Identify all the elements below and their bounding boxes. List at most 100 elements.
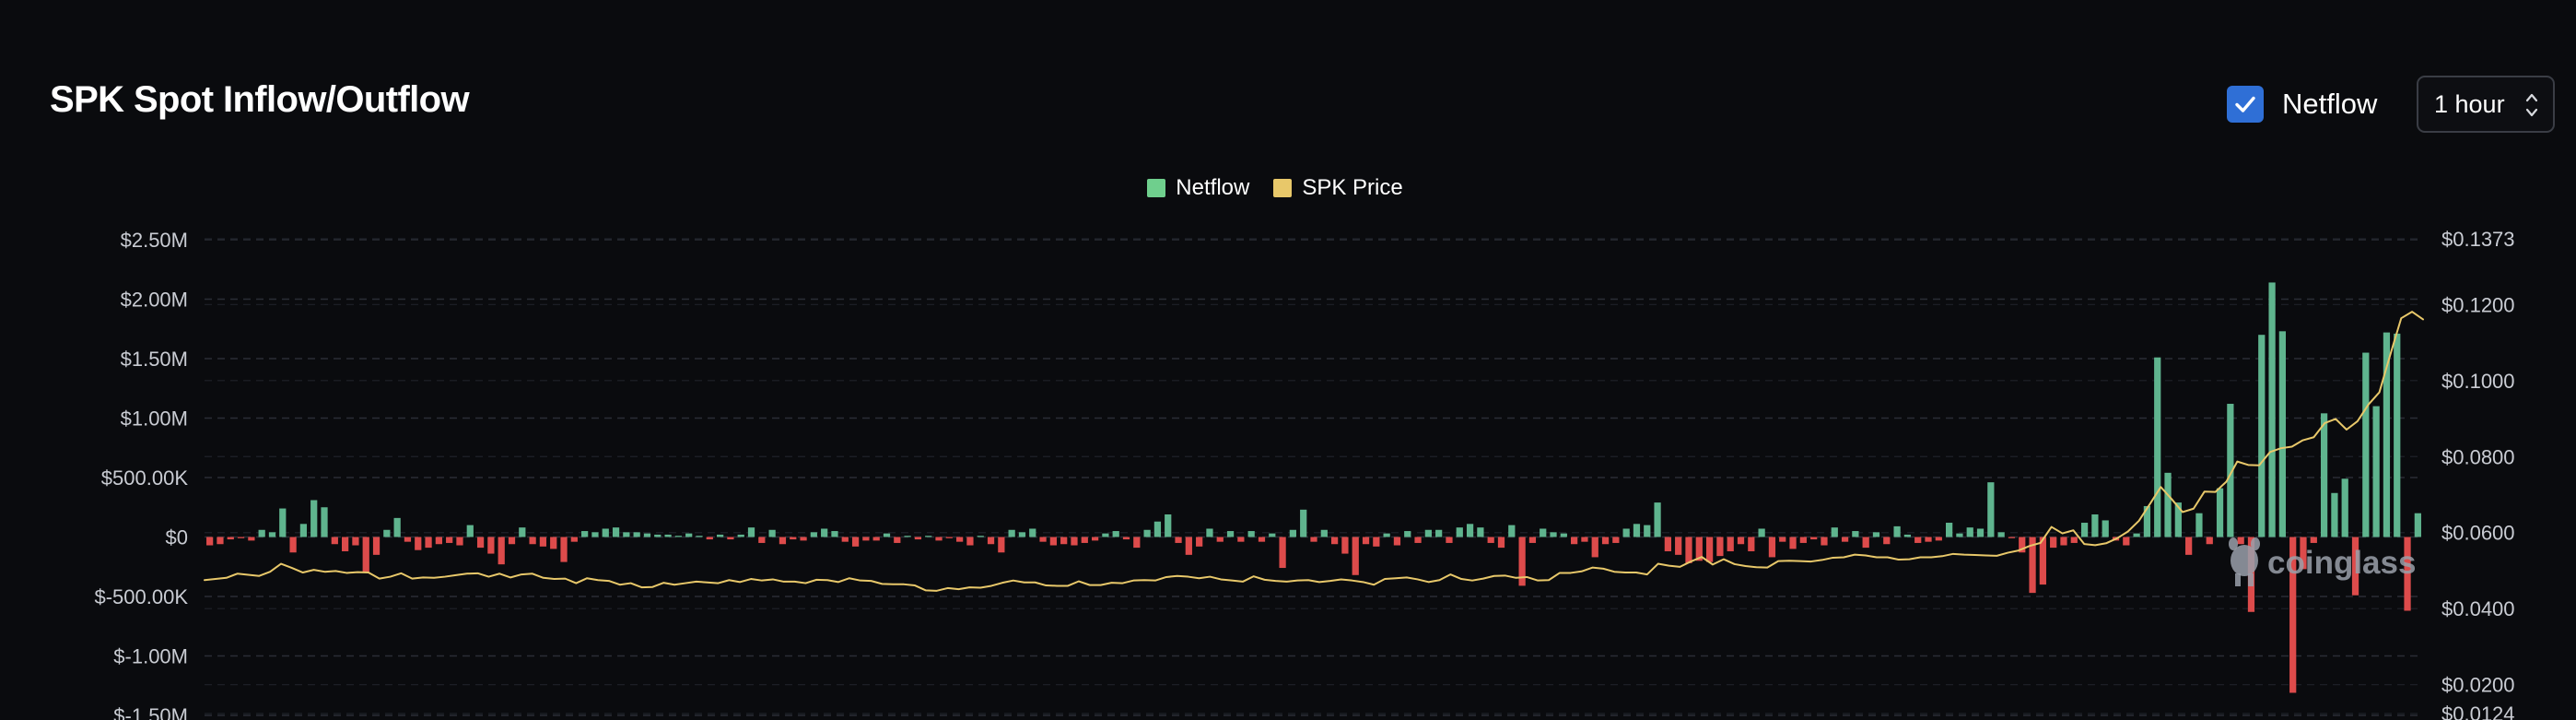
netflow-bar[interactable]	[831, 531, 838, 537]
netflow-bar[interactable]	[1133, 537, 1141, 549]
netflow-bar[interactable]	[2206, 537, 2213, 545]
netflow-bar[interactable]	[1018, 532, 1026, 537]
netflow-bar[interactable]	[581, 531, 589, 537]
netflow-bar[interactable]	[2164, 472, 2172, 537]
netflow-bar[interactable]	[310, 500, 318, 537]
netflow-bar[interactable]	[2268, 282, 2276, 537]
netflow-bar[interactable]	[1237, 537, 1245, 542]
netflow-bar[interactable]	[1216, 537, 1224, 542]
netflow-bar[interactable]	[706, 537, 713, 540]
netflow-bar[interactable]	[623, 532, 630, 537]
netflow-bar[interactable]	[925, 536, 932, 537]
netflow-bar[interactable]	[279, 508, 287, 537]
netflow-bar[interactable]	[1976, 528, 1985, 537]
netflow-bar[interactable]	[227, 537, 234, 540]
netflow-bar[interactable]	[206, 537, 214, 546]
netflow-bar[interactable]	[1330, 537, 1339, 545]
netflow-bar[interactable]	[768, 529, 776, 537]
netflow-bar[interactable]	[1862, 537, 1869, 549]
netflow-bar[interactable]	[2050, 537, 2057, 549]
netflow-bar[interactable]	[1196, 537, 1203, 547]
netflow-bar[interactable]	[737, 534, 744, 537]
netflow-bar[interactable]	[1591, 537, 1598, 558]
netflow-bar[interactable]	[425, 537, 432, 549]
netflow-bar[interactable]	[1404, 531, 1411, 537]
netflow-bar[interactable]	[2216, 488, 2224, 537]
netflow-bar[interactable]	[696, 536, 703, 537]
netflow-bar[interactable]	[914, 537, 922, 540]
netflow-bar[interactable]	[1633, 524, 1641, 537]
netflow-bar[interactable]	[591, 532, 599, 537]
netflow-bar[interactable]	[1435, 529, 1443, 537]
netflow-bar[interactable]	[498, 537, 505, 565]
netflow-bar[interactable]	[1008, 529, 1015, 537]
netflow-bar[interactable]	[352, 537, 359, 546]
netflow-bar[interactable]	[747, 527, 755, 537]
netflow-bar[interactable]	[1060, 537, 1068, 545]
netflow-bar[interactable]	[1352, 537, 1359, 575]
netflow-bar[interactable]	[1705, 537, 1714, 562]
netflow-bar[interactable]	[321, 507, 328, 537]
netflow-bar[interactable]	[1654, 502, 1661, 537]
netflow-bar[interactable]	[1039, 537, 1047, 542]
netflow-bar[interactable]	[2154, 357, 2161, 537]
netflow-bar[interactable]	[1821, 537, 1828, 546]
netflow-bar[interactable]	[1029, 528, 1036, 537]
netflow-bar[interactable]	[299, 524, 308, 537]
netflow-bar[interactable]	[1310, 537, 1317, 542]
netflow-bar[interactable]	[1456, 527, 1463, 537]
netflow-bar[interactable]	[1622, 528, 1630, 537]
netflow-bar[interactable]	[800, 537, 807, 541]
netflow-bar[interactable]	[466, 525, 474, 537]
netflow-bar[interactable]	[851, 537, 860, 547]
netflow-bar[interactable]	[362, 537, 369, 573]
netflow-bar[interactable]	[1883, 537, 1891, 545]
netflow-bar[interactable]	[1644, 525, 1651, 537]
netflow-bar[interactable]	[1247, 531, 1255, 537]
netflow-bar[interactable]	[1758, 528, 1765, 537]
netflow-bar[interactable]	[2394, 333, 2401, 537]
netflow-bar[interactable]	[987, 537, 995, 545]
netflow-bar[interactable]	[2070, 537, 2078, 543]
netflow-bar[interactable]	[1206, 528, 1213, 537]
netflow-bar[interactable]	[1935, 537, 1942, 541]
netflow-bar[interactable]	[415, 537, 422, 550]
netflow-bar[interactable]	[1956, 533, 1963, 537]
netflow-bar[interactable]	[727, 537, 734, 540]
netflow-bar[interactable]	[508, 537, 516, 545]
netflow-bar[interactable]	[643, 533, 651, 537]
netflow-bar[interactable]	[289, 537, 297, 553]
netflow-bar[interactable]	[1903, 534, 1912, 537]
netflow-bar[interactable]	[487, 537, 495, 554]
netflow-bar[interactable]	[1153, 521, 1162, 537]
netflow-bar[interactable]	[1540, 528, 1547, 537]
netflow-bar[interactable]	[935, 537, 943, 541]
netflow-bar[interactable]	[1852, 531, 1859, 537]
netflow-bar[interactable]	[1185, 537, 1192, 555]
netflow-bar[interactable]	[664, 534, 672, 537]
netflow-bar[interactable]	[758, 537, 766, 543]
netflow-bar[interactable]	[998, 537, 1005, 553]
netflow-bar[interactable]	[1414, 537, 1422, 543]
netflow-bar[interactable]	[217, 537, 224, 545]
netflow-bar[interactable]	[2341, 478, 2348, 537]
netflow-bar[interactable]	[779, 537, 787, 545]
netflow-bar[interactable]	[1685, 537, 1692, 563]
netflow-bar[interactable]	[2123, 537, 2130, 546]
netflow-bar[interactable]	[945, 537, 953, 538]
netflow-bar[interactable]	[1497, 537, 1505, 549]
netflow-bar[interactable]	[1789, 537, 1797, 549]
netflow-bar[interactable]	[2237, 537, 2244, 545]
netflow-bar[interactable]	[1799, 537, 1807, 543]
netflow-bar[interactable]	[331, 537, 338, 545]
netflow-bar[interactable]	[2039, 537, 2046, 585]
netflow-bar[interactable]	[1341, 537, 1349, 554]
netflow-bar[interactable]	[674, 536, 683, 537]
netflow-bar[interactable]	[633, 532, 640, 537]
netflow-bar[interactable]	[404, 537, 412, 542]
netflow-bar[interactable]	[435, 537, 442, 545]
netflow-bar[interactable]	[550, 537, 557, 549]
netflow-bar[interactable]	[1581, 537, 1588, 542]
netflow-bar[interactable]	[2060, 537, 2067, 546]
netflow-bar[interactable]	[1383, 533, 1390, 537]
